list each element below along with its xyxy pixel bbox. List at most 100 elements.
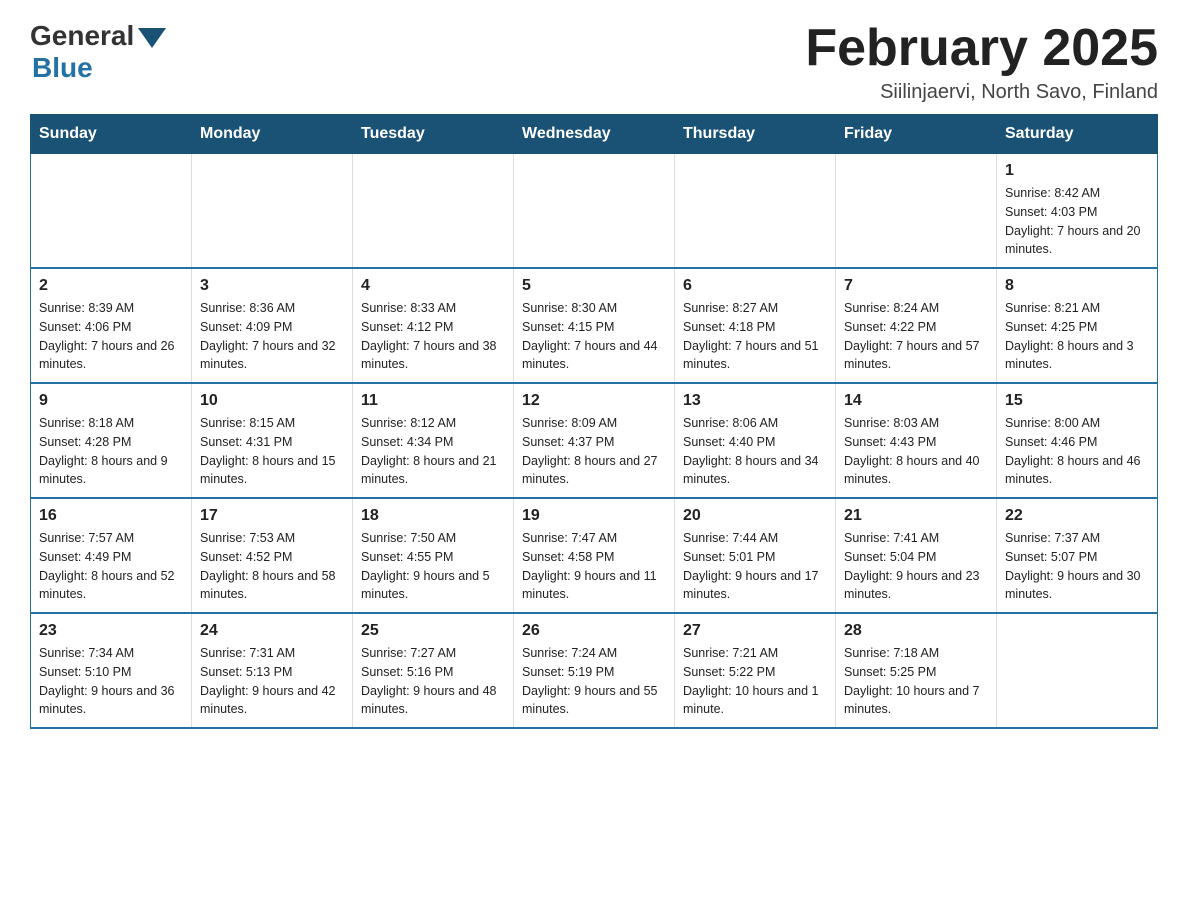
- header-tuesday: Tuesday: [353, 115, 514, 154]
- calendar-cell-w2-d4: 5Sunrise: 8:30 AMSunset: 4:15 PMDaylight…: [514, 268, 675, 383]
- header-thursday: Thursday: [675, 115, 836, 154]
- calendar-cell-w2-d2: 3 Sunrise: 8:36 AMSunset: 4:09 PMDaylight…: [192, 268, 353, 383]
- calendar-cell-w3-d1: 9Sunrise: 8:18 AMSunset: 4:28 PMDaylight…: [31, 383, 192, 498]
- calendar-week-4: 16 Sunrise: 7:57 AMSunset: 4:49 PMDayligh…: [31, 498, 1158, 613]
- calendar-table: Sunday Monday Tuesday Wednesday Thursday…: [30, 114, 1158, 729]
- day-number: 6: [683, 277, 827, 295]
- header-monday: Monday: [192, 115, 353, 154]
- day-number: 28: [844, 622, 988, 640]
- day-number: 1: [1005, 162, 1149, 180]
- day-info: Sunrise: 7:47 AMSunset: 4:58 PMDaylight:…: [522, 529, 666, 604]
- calendar-cell-w1-d5: [675, 154, 836, 269]
- day-info: Sunrise: 8:12 AMSunset: 4:34 PMDaylight:…: [361, 414, 505, 489]
- day-info: Sunrise: 7:57 AMSunset: 4:49 PMDaylight:…: [39, 529, 183, 604]
- logo: General Blue: [30, 20, 166, 84]
- location-subtitle: Siilinjaervi, North Savo, Finland: [805, 81, 1158, 104]
- calendar-header-row: Sunday Monday Tuesday Wednesday Thursday…: [31, 115, 1158, 154]
- day-info: Sunrise: 7:34 AMSunset: 5:10 PMDaylight:…: [39, 644, 183, 719]
- calendar-cell-w3-d6: 14 Sunrise: 8:03 AMSunset: 4:43 PMDayligh…: [836, 383, 997, 498]
- day-info: Sunrise: 7:37 AMSunset: 5:07 PMDaylight:…: [1005, 529, 1149, 604]
- day-info: Sunrise: 8:06 AMSunset: 4:40 PMDaylight:…: [683, 414, 827, 489]
- calendar-cell-w2-d3: 4 Sunrise: 8:33 AMSunset: 4:12 PMDaylight…: [353, 268, 514, 383]
- header-saturday: Saturday: [997, 115, 1158, 154]
- day-number: 20: [683, 507, 827, 525]
- day-info: Sunrise: 8:21 AMSunset: 4:25 PMDaylight:…: [1005, 299, 1149, 374]
- header-sunday: Sunday: [31, 115, 192, 154]
- day-number: 8: [1005, 277, 1149, 295]
- day-number: 26: [522, 622, 666, 640]
- calendar-cell-w4-d1: 16 Sunrise: 7:57 AMSunset: 4:49 PMDayligh…: [31, 498, 192, 613]
- day-info: Sunrise: 7:53 AMSunset: 4:52 PMDaylight:…: [200, 529, 344, 604]
- day-number: 16: [39, 507, 183, 525]
- day-info: Sunrise: 8:39 AMSunset: 4:06 PMDaylight:…: [39, 299, 183, 374]
- calendar-cell-w5-d5: 27 Sunrise: 7:21 AMSunset: 5:22 PMDayligh…: [675, 613, 836, 728]
- day-info: Sunrise: 8:27 AMSunset: 4:18 PMDaylight:…: [683, 299, 827, 374]
- calendar-cell-w2-d7: 8 Sunrise: 8:21 AMSunset: 4:25 PMDaylight…: [997, 268, 1158, 383]
- day-info: Sunrise: 8:03 AMSunset: 4:43 PMDaylight:…: [844, 414, 988, 489]
- calendar-week-2: 2Sunrise: 8:39 AMSunset: 4:06 PMDaylight…: [31, 268, 1158, 383]
- day-number: 4: [361, 277, 505, 295]
- calendar-cell-w3-d7: 15 Sunrise: 8:00 AMSunset: 4:46 PMDayligh…: [997, 383, 1158, 498]
- day-info: Sunrise: 7:24 AMSunset: 5:19 PMDaylight:…: [522, 644, 666, 719]
- day-number: 17: [200, 507, 344, 525]
- calendar-week-3: 9Sunrise: 8:18 AMSunset: 4:28 PMDaylight…: [31, 383, 1158, 498]
- calendar-cell-w2-d1: 2Sunrise: 8:39 AMSunset: 4:06 PMDaylight…: [31, 268, 192, 383]
- day-number: 9: [39, 392, 183, 410]
- day-number: 11: [361, 392, 505, 410]
- day-info: Sunrise: 8:33 AMSunset: 4:12 PMDaylight:…: [361, 299, 505, 374]
- calendar-cell-w4-d3: 18 Sunrise: 7:50 AMSunset: 4:55 PMDayligh…: [353, 498, 514, 613]
- day-number: 25: [361, 622, 505, 640]
- day-number: 23: [39, 622, 183, 640]
- calendar-cell-w5-d1: 23 Sunrise: 7:34 AMSunset: 5:10 PMDayligh…: [31, 613, 192, 728]
- calendar-cell-w5-d7: [997, 613, 1158, 728]
- day-number: 14: [844, 392, 988, 410]
- day-number: 21: [844, 507, 988, 525]
- calendar-cell-w1-d6: [836, 154, 997, 269]
- day-info: Sunrise: 8:36 AMSunset: 4:09 PMDaylight:…: [200, 299, 344, 374]
- day-number: 18: [361, 507, 505, 525]
- day-number: 24: [200, 622, 344, 640]
- day-info: Sunrise: 7:44 AMSunset: 5:01 PMDaylight:…: [683, 529, 827, 604]
- day-number: 10: [200, 392, 344, 410]
- day-number: 15: [1005, 392, 1149, 410]
- day-info: Sunrise: 8:15 AMSunset: 4:31 PMDaylight:…: [200, 414, 344, 489]
- day-info: Sunrise: 8:09 AMSunset: 4:37 PMDaylight:…: [522, 414, 666, 489]
- calendar-cell-w5-d6: 28 Sunrise: 7:18 AMSunset: 5:25 PMDayligh…: [836, 613, 997, 728]
- calendar-cell-w1-d3: [353, 154, 514, 269]
- calendar-week-5: 23 Sunrise: 7:34 AMSunset: 5:10 PMDayligh…: [31, 613, 1158, 728]
- calendar-cell-w2-d6: 7Sunrise: 8:24 AMSunset: 4:22 PMDaylight…: [836, 268, 997, 383]
- calendar-week-1: 1Sunrise: 8:42 AMSunset: 4:03 PMDaylight…: [31, 154, 1158, 269]
- calendar-cell-w4-d6: 21 Sunrise: 7:41 AMSunset: 5:04 PMDayligh…: [836, 498, 997, 613]
- day-info: Sunrise: 7:27 AMSunset: 5:16 PMDaylight:…: [361, 644, 505, 719]
- page-header: General Blue February 2025 Siilinjaervi,…: [30, 20, 1158, 104]
- day-info: Sunrise: 8:00 AMSunset: 4:46 PMDaylight:…: [1005, 414, 1149, 489]
- title-area: February 2025 Siilinjaervi, North Savo, …: [805, 20, 1158, 104]
- day-info: Sunrise: 7:21 AMSunset: 5:22 PMDaylight:…: [683, 644, 827, 719]
- calendar-cell-w3-d4: 12Sunrise: 8:09 AMSunset: 4:37 PMDayligh…: [514, 383, 675, 498]
- calendar-cell-w3-d2: 10 Sunrise: 8:15 AMSunset: 4:31 PMDayligh…: [192, 383, 353, 498]
- calendar-cell-w3-d3: 11 Sunrise: 8:12 AMSunset: 4:34 PMDayligh…: [353, 383, 514, 498]
- calendar-cell-w1-d1: [31, 154, 192, 269]
- day-info: Sunrise: 8:30 AMSunset: 4:15 PMDaylight:…: [522, 299, 666, 374]
- day-info: Sunrise: 7:18 AMSunset: 5:25 PMDaylight:…: [844, 644, 988, 719]
- logo-blue-text: Blue: [32, 52, 93, 84]
- calendar-cell-w3-d5: 13 Sunrise: 8:06 AMSunset: 4:40 PMDayligh…: [675, 383, 836, 498]
- day-number: 19: [522, 507, 666, 525]
- calendar-cell-w1-d4: [514, 154, 675, 269]
- calendar-cell-w2-d5: 6 Sunrise: 8:27 AMSunset: 4:18 PMDaylight…: [675, 268, 836, 383]
- day-number: 13: [683, 392, 827, 410]
- day-info: Sunrise: 7:50 AMSunset: 4:55 PMDaylight:…: [361, 529, 505, 604]
- calendar-cell-w5-d4: 26 Sunrise: 7:24 AMSunset: 5:19 PMDayligh…: [514, 613, 675, 728]
- calendar-cell-w5-d3: 25 Sunrise: 7:27 AMSunset: 5:16 PMDayligh…: [353, 613, 514, 728]
- header-wednesday: Wednesday: [514, 115, 675, 154]
- day-number: 3: [200, 277, 344, 295]
- logo-triangle-icon: [138, 28, 166, 48]
- month-title: February 2025: [805, 20, 1158, 77]
- day-number: 27: [683, 622, 827, 640]
- header-friday: Friday: [836, 115, 997, 154]
- calendar-cell-w1-d2: [192, 154, 353, 269]
- day-info: Sunrise: 7:31 AMSunset: 5:13 PMDaylight:…: [200, 644, 344, 719]
- day-info: Sunrise: 8:24 AMSunset: 4:22 PMDaylight:…: [844, 299, 988, 374]
- calendar-cell-w5-d2: 24 Sunrise: 7:31 AMSunset: 5:13 PMDayligh…: [192, 613, 353, 728]
- day-info: Sunrise: 7:41 AMSunset: 5:04 PMDaylight:…: [844, 529, 988, 604]
